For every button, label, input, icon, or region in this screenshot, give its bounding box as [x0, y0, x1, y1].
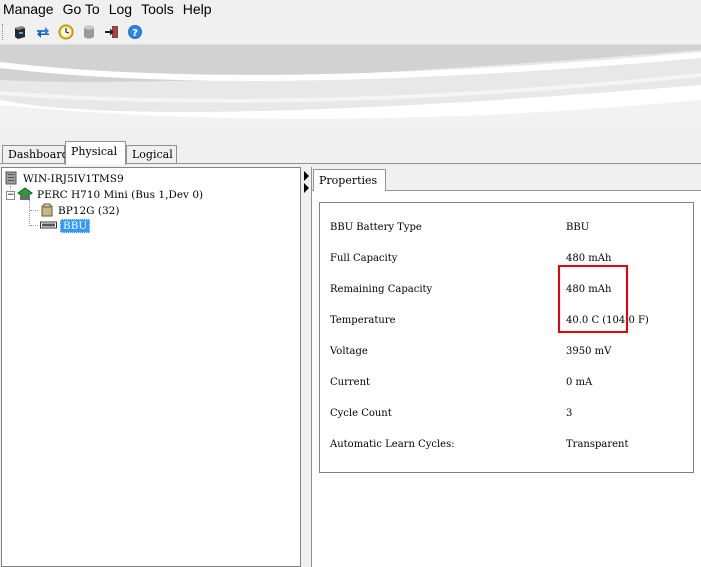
- tree-item-controller[interactable]: − PERC H710 Mini (Bus 1,Dev 0): [6, 186, 205, 204]
- database-icon[interactable]: [80, 23, 98, 41]
- property-row: BBU Battery Type BBU: [320, 220, 693, 236]
- panel-splitter[interactable]: [302, 167, 311, 567]
- tab-physical[interactable]: Physical: [65, 141, 126, 165]
- property-row: Remaining Capacity 480 mAh: [320, 282, 693, 298]
- collapse-arrow-icon[interactable]: [304, 171, 309, 181]
- tree-connector: [30, 210, 38, 211]
- tree-item-backplane[interactable]: BP12G (32): [40, 203, 121, 219]
- property-key: Cycle Count: [330, 408, 392, 419]
- tree-label-controller: PERC H710 Mini (Bus 1,Dev 0): [37, 189, 204, 201]
- banner: [0, 45, 701, 127]
- property-row: Voltage 3950 mV: [320, 344, 693, 360]
- property-row: Temperature 40.0 C (104.0 F): [320, 313, 693, 329]
- tab-properties[interactable]: Properties: [313, 169, 386, 191]
- backplane-icon: [40, 203, 54, 220]
- tree-connector: [30, 225, 38, 226]
- property-key: Automatic Learn Cycles:: [330, 439, 455, 450]
- property-key: BBU Battery Type: [330, 222, 422, 233]
- property-key: Current: [330, 377, 371, 388]
- property-key: Temperature: [330, 315, 396, 326]
- menu-log[interactable]: Log: [106, 0, 135, 19]
- properties-table: BBU Battery Type BBU Full Capacity 480 m…: [319, 202, 694, 473]
- menu-go-to[interactable]: Go To: [60, 0, 103, 19]
- help-icon[interactable]: ?: [126, 23, 144, 41]
- expand-arrow-icon[interactable]: [304, 183, 309, 193]
- properties-panel: Properties BBU Battery Type BBU Full Cap…: [311, 167, 701, 567]
- tree-item-battery[interactable]: BBU: [40, 218, 91, 234]
- property-value: BBU: [566, 222, 590, 233]
- server-icon: [4, 171, 18, 188]
- capacity-highlight-box: [558, 265, 628, 333]
- property-key: Voltage: [330, 346, 368, 357]
- clock-icon[interactable]: [57, 23, 75, 41]
- property-key: Remaining Capacity: [330, 284, 433, 295]
- property-row: Automatic Learn Cycles: Transparent: [320, 437, 693, 453]
- menu-tools[interactable]: Tools: [138, 0, 177, 19]
- property-key: Full Capacity: [330, 253, 398, 264]
- property-value: 3: [566, 408, 573, 419]
- properties-body: BBU Battery Type BBU Full Capacity 480 m…: [312, 191, 701, 567]
- svg-text:?: ?: [132, 28, 138, 39]
- exit-icon[interactable]: [103, 23, 121, 41]
- refresh-icon[interactable]: [34, 23, 52, 41]
- tab-strip: Dashboard Physical Logical: [0, 127, 701, 165]
- controller-icon[interactable]: [11, 23, 29, 41]
- controller-icon: [17, 186, 33, 204]
- device-tree: WIN-IRJ5IV1TMS9 − PERC H710 Mini (Bus 1,…: [1, 167, 301, 567]
- property-row: Cycle Count 3: [320, 406, 693, 422]
- tree-label-server: WIN-IRJ5IV1TMS9: [23, 173, 124, 185]
- tree-label-battery: BBU: [60, 219, 91, 233]
- menu-manage[interactable]: Manage: [0, 0, 57, 19]
- toolbar-grip: [2, 23, 5, 40]
- tree-item-server[interactable]: WIN-IRJ5IV1TMS9: [4, 171, 126, 187]
- property-value: 3950 mV: [566, 346, 612, 357]
- property-value: Transparent: [566, 439, 629, 450]
- menu-bar: Manage Go To Log Tools Help: [0, 0, 701, 19]
- tab-dashboard[interactable]: Dashboard: [2, 145, 69, 163]
- menu-help[interactable]: Help: [180, 0, 215, 19]
- collapse-toggle[interactable]: −: [6, 190, 15, 200]
- tree-connector: [29, 200, 30, 226]
- property-row: Full Capacity 480 mAh: [320, 251, 693, 267]
- toolbar: ?: [0, 19, 701, 45]
- tree-label-backplane: BP12G (32): [58, 205, 120, 217]
- banner-swoosh: [0, 45, 701, 127]
- property-value: 0 mA: [566, 377, 593, 388]
- battery-icon: [40, 220, 58, 233]
- property-row: Current 0 mA: [320, 375, 693, 391]
- tab-logical[interactable]: Logical: [126, 145, 177, 163]
